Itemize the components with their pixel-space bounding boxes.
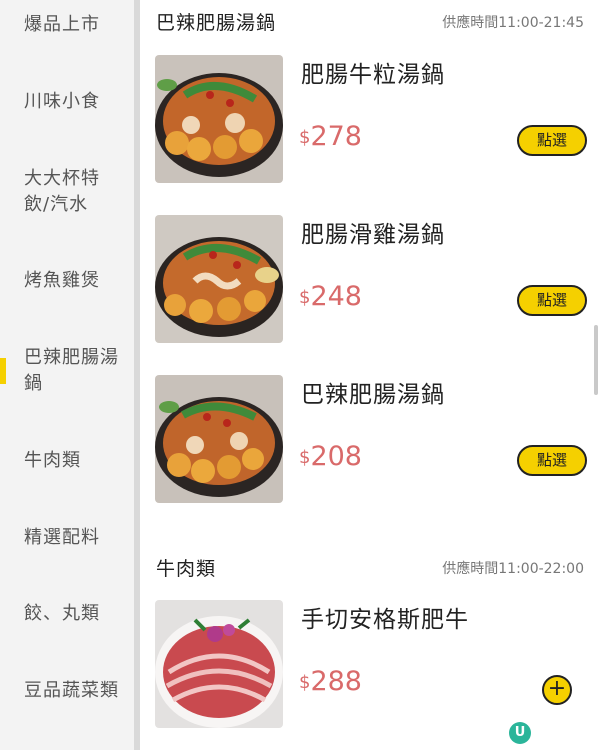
sidebar-item-side-dishes[interactable]: 精選配料 [0, 525, 134, 551]
sidebar-item-spicy-intestine-hotpot[interactable]: 巴辣肥腸湯鍋 [0, 345, 134, 397]
select-button[interactable]: 點選 [517, 445, 587, 476]
product-name: 巴辣肥腸湯鍋 [301, 382, 445, 408]
select-button[interactable]: 點選 [517, 285, 587, 316]
add-button[interactable]: + [542, 675, 572, 705]
sidebar-item-beef[interactable]: 牛肉類 [0, 448, 134, 474]
product-card: 手切安格斯肥牛 $288 + [155, 600, 587, 730]
product-image[interactable] [155, 375, 283, 503]
sidebar-item-grilled-fish[interactable]: 烤魚雞煲 [0, 268, 134, 294]
currency-symbol: $ [299, 287, 311, 308]
price-value: 208 [310, 441, 362, 472]
product-name: 肥腸滑雞湯鍋 [301, 222, 445, 248]
product-image[interactable] [155, 600, 283, 728]
price-value: 288 [310, 666, 362, 697]
currency-symbol: $ [299, 672, 311, 693]
section-hours: 供應時間11:00-21:45 [442, 15, 584, 31]
product-image[interactable] [155, 215, 283, 343]
product-price: $278 [299, 121, 362, 152]
product-price: $208 [299, 441, 362, 472]
section-hours: 供應時間11:00-22:00 [442, 561, 584, 577]
brand-logo-icon: U [509, 722, 531, 744]
price-value: 278 [310, 121, 362, 152]
product-card: 肥腸滑雞湯鍋 $248 點選 [155, 215, 587, 345]
sidebar-item-sichuan-snacks[interactable]: 川味小食 [0, 89, 134, 115]
price-value: 248 [310, 281, 362, 312]
sidebar-item-dumplings-balls[interactable]: 餃、丸類 [0, 601, 134, 627]
category-sidebar: 爆品上市 川味小食 大大杯特飲/汽水 烤魚雞煲 巴辣肥腸湯鍋 牛肉類 精選配料 … [0, 0, 134, 750]
product-price: $288 [299, 666, 362, 697]
menu-content: 巴辣肥腸湯鍋 供應時間11:00-21:45 肥腸牛粒湯鍋 $278 點選 肥腸… [140, 0, 600, 750]
currency-symbol: $ [299, 127, 311, 148]
product-image[interactable] [155, 55, 283, 183]
section-title: 牛肉類 [156, 558, 217, 580]
sidebar-item-tofu-vegetables[interactable]: 豆品蔬菜類 [0, 678, 134, 704]
product-card: 肥腸牛粒湯鍋 $278 點選 [155, 55, 587, 185]
sidebar-item-hot-new[interactable]: 爆品上市 [0, 12, 134, 38]
product-name: 手切安格斯肥牛 [301, 607, 469, 633]
sidebar-item-drinks[interactable]: 大大杯特飲/汽水 [0, 166, 134, 218]
product-card: 巴辣肥腸湯鍋 $208 點選 [155, 375, 587, 505]
currency-symbol: $ [299, 447, 311, 468]
product-name: 肥腸牛粒湯鍋 [301, 62, 445, 88]
section-title: 巴辣肥腸湯鍋 [156, 12, 277, 34]
scrollbar[interactable] [594, 325, 598, 395]
product-price: $248 [299, 281, 362, 312]
select-button[interactable]: 點選 [517, 125, 587, 156]
